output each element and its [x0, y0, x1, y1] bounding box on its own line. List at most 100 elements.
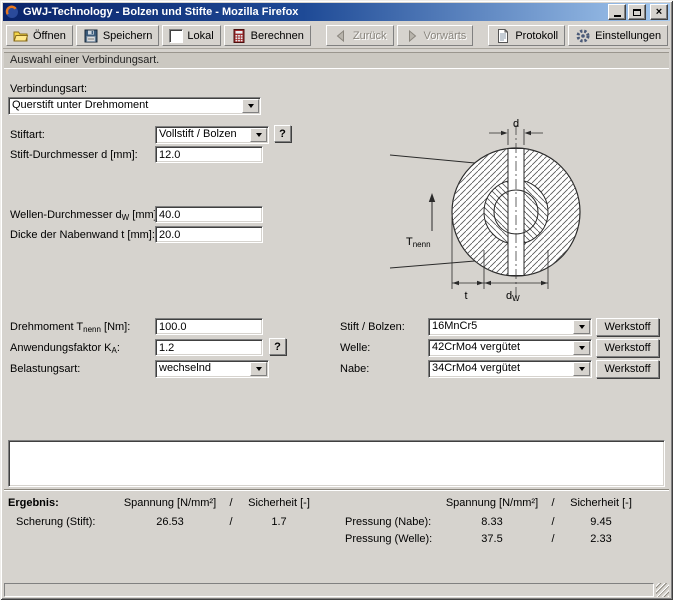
calculate-button[interactable]: Berechnen [224, 25, 311, 46]
chevron-down-icon [579, 346, 585, 350]
local-label: Lokal [187, 30, 213, 42]
load-type-dropdown-button[interactable] [250, 362, 267, 376]
torque-label: Drehmoment Tnenn [Nm]: [10, 321, 130, 334]
werkstoff-button-hub[interactable]: Werkstoff [596, 360, 659, 378]
titlebar[interactable]: GWJ-Technology - Bolzen und Stifte - Moz… [3, 3, 670, 21]
chevron-down-icon [579, 325, 585, 329]
shaft-material-dropdown-button[interactable] [573, 341, 590, 355]
local-checkbox[interactable] [169, 29, 183, 43]
settings-gear-icon [575, 28, 591, 44]
stress-column-header: Spannung [N/mm²] [440, 497, 544, 509]
torque-label: Tnenn [406, 236, 431, 249]
safety-column-header: Sicherheit [-] [562, 497, 640, 509]
shaft-material-label: Welle: [340, 342, 370, 354]
back-button-label: Zurück [353, 30, 387, 42]
chevron-down-icon [579, 367, 585, 371]
safety-value: 9.45 [562, 516, 640, 528]
calculator-icon [231, 28, 247, 44]
pin-material-dropdown-button[interactable] [573, 320, 590, 334]
pin-type-value: Vollstift / Bolzen [156, 127, 249, 143]
werkstoff-button-pin[interactable]: Werkstoff [596, 318, 659, 336]
forward-arrow-icon [404, 28, 420, 44]
dim-t-label: t [464, 290, 467, 302]
minimize-button[interactable] [608, 4, 626, 20]
pin-type-select[interactable]: Vollstift / Bolzen [155, 126, 269, 144]
value-separator: / [544, 533, 562, 545]
save-floppy-icon [83, 28, 99, 44]
stress-value: 37.5 [440, 533, 544, 545]
open-folder-icon [13, 28, 29, 44]
hub-material-select[interactable]: 34CrMo4 vergütet [428, 360, 592, 378]
result-row-label: Scherung (Stift): [16, 516, 95, 528]
dim-dw-label: dW [506, 290, 520, 303]
statusbar [3, 583, 670, 597]
pin-material-value: 16MnCr5 [429, 319, 572, 335]
settings-button-label: Einstellungen [595, 30, 661, 42]
load-type-select[interactable]: wechselnd [155, 360, 269, 378]
protocol-button-label: Protokoll [515, 30, 558, 42]
save-button[interactable]: Speichern [76, 25, 160, 46]
stress-value: 8.33 [440, 516, 544, 528]
chevron-down-icon [256, 133, 262, 137]
result-row-label: Pressung (Nabe): [345, 516, 431, 528]
pin-diameter-label: Stift-Durchmesser d [mm]: [10, 149, 138, 161]
message-area[interactable] [8, 440, 665, 487]
result-row-label: Pressung (Welle): [345, 533, 432, 545]
status-panel [4, 583, 654, 597]
connection-type-select[interactable]: Querstift unter Drehmoment [8, 97, 261, 115]
settings-button[interactable]: Einstellungen [568, 25, 668, 46]
section-header-text: Auswahl einer Verbindungsart. [10, 54, 159, 66]
results-title: Ergebnis: [8, 497, 59, 509]
maximize-button[interactable] [628, 4, 646, 20]
stress-column-header: Spannung [N/mm²] [118, 497, 222, 509]
result-row-values: 8.33 / 9.45 [440, 516, 640, 530]
back-button[interactable]: Zurück [326, 25, 394, 46]
chevron-down-icon [248, 104, 254, 108]
pin-diameter-input[interactable] [155, 146, 263, 163]
pin-material-select[interactable]: 16MnCr5 [428, 318, 592, 336]
chevron-down-icon [256, 367, 262, 371]
results-left-header: Spannung [N/mm²] / Sicherheit [-] [118, 497, 318, 511]
torque-arrow [429, 193, 435, 231]
connection-type-label: Verbindungsart: [10, 83, 87, 95]
calculate-button-label: Berechnen [251, 30, 304, 42]
result-row-values: 26.53 / 1.7 [118, 516, 318, 530]
pin-type-help-button[interactable]: ? [274, 125, 291, 142]
application-factor-input[interactable] [155, 339, 263, 356]
result-row-values: 37.5 / 2.33 [440, 533, 640, 547]
shaft-material-select[interactable]: 42CrMo4 vergütet [428, 339, 592, 357]
werkstoff-button-shaft[interactable]: Werkstoff [596, 339, 659, 357]
minimize-icon [614, 15, 621, 17]
maximize-icon [633, 9, 641, 16]
safety-value: 1.7 [240, 516, 318, 528]
shaft-diameter-input[interactable] [155, 206, 263, 223]
protocol-button[interactable]: Protokoll [488, 25, 565, 46]
hub-wall-input[interactable] [155, 226, 263, 243]
close-button[interactable]: × [650, 4, 668, 20]
torque-input[interactable] [155, 318, 263, 335]
protocol-document-icon [495, 28, 511, 44]
local-toggle-button[interactable]: Lokal [162, 25, 220, 46]
window-title: GWJ-Technology - Bolzen und Stifte - Moz… [23, 6, 606, 18]
shaft-diameter-label: Wellen-Durchmesser dW [mm]: [10, 209, 160, 222]
open-button[interactable]: Öffnen [6, 25, 73, 46]
value-separator: / [544, 516, 562, 528]
connection-diagram: d t dW Tnenn [388, 105, 643, 310]
forward-button[interactable]: Vorwärts [397, 25, 474, 46]
firefox-icon [5, 5, 19, 19]
value-separator: / [222, 516, 240, 528]
resize-grip[interactable] [656, 583, 669, 597]
load-type-label: Belastungsart: [10, 363, 80, 375]
close-icon: × [656, 7, 662, 17]
hub-wall-label: Dicke der Nabenwand t [mm]: [10, 229, 155, 241]
application-factor-help-button[interactable]: ? [269, 338, 286, 355]
results-right-header: Spannung [N/mm²] / Sicherheit [-] [440, 497, 640, 511]
connection-dropdown-button[interactable] [242, 99, 259, 113]
shaft-material-value: 42CrMo4 vergütet [429, 340, 572, 356]
pin-type-dropdown-button[interactable] [250, 128, 267, 142]
app-window: GWJ-Technology - Bolzen und Stifte - Moz… [0, 0, 673, 600]
section-header: Auswahl einer Verbindungsart. [4, 52, 669, 69]
hub-material-value: 34CrMo4 vergütet [429, 361, 572, 377]
safety-value: 2.33 [562, 533, 640, 545]
hub-material-dropdown-button[interactable] [573, 362, 590, 376]
